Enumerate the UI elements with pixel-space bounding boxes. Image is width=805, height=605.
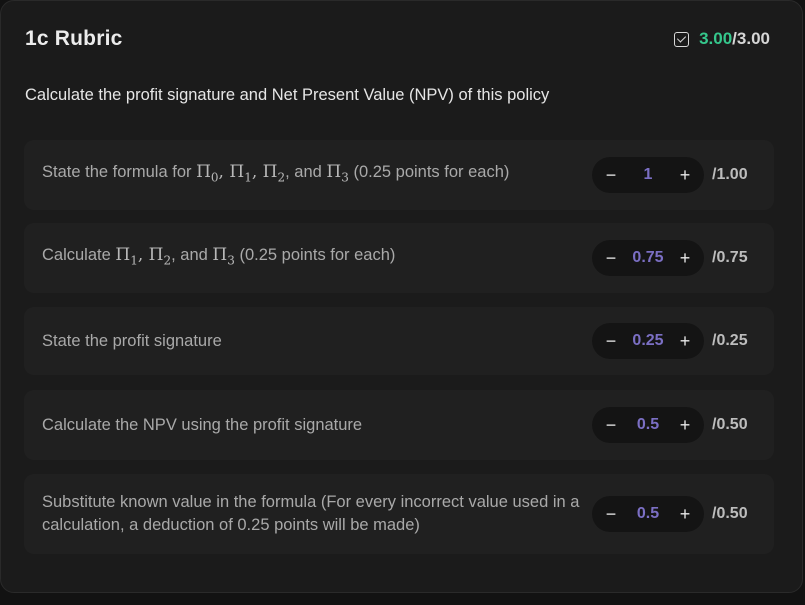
rubric-item: Calculate Π1, Π2, and Π3 (0.25 points fo… <box>24 223 774 293</box>
max-score: /1.00 <box>712 166 748 183</box>
rubric-item-label: State the formula for Π0, Π1, Π2, and Π3… <box>42 161 592 189</box>
score-stepper: − 0.75 + <box>592 240 704 276</box>
math-pi-3: Π3 <box>212 244 235 268</box>
score-stepper: − 1 + <box>592 157 704 193</box>
math-pi-0: Π0, Π1, Π2 <box>196 161 286 185</box>
score-total: 3.00 <box>736 29 770 48</box>
rubric-score: 3.00 / 3.00 <box>674 29 770 49</box>
checkbox-checked-icon <box>674 31 690 47</box>
score-value[interactable]: 0.25 <box>632 332 663 350</box>
rubric-item: State the formula for Π0, Π1, Π2, and Π3… <box>24 140 774 210</box>
rubric-item-label: State the profit signature <box>42 331 222 350</box>
increment-button[interactable]: + <box>678 248 692 269</box>
label-text: , and <box>285 162 327 181</box>
score-stepper: − 0.25 + <box>592 323 704 359</box>
score-stepper: − 0.5 + <box>592 496 704 532</box>
increment-button[interactable]: + <box>678 165 692 186</box>
decrement-button[interactable]: − <box>604 331 618 352</box>
rubric-item-label: Substitute known value in the formula (F… <box>42 493 580 534</box>
label-text: (0.25 points for each) <box>234 245 396 264</box>
rubric-panel: 1c Rubric 3.00 / 3.00 Calculate the prof… <box>0 0 803 593</box>
rubric-item-label: Calculate Π1, Π2, and Π3 (0.25 points fo… <box>42 244 592 272</box>
math-pi-1-2: Π1, Π2 <box>115 244 172 268</box>
label-text: , and <box>171 245 213 264</box>
score-value[interactable]: 0.5 <box>637 505 659 523</box>
score-stepper: − 0.5 + <box>592 407 704 443</box>
max-score: /0.50 <box>712 505 748 522</box>
rubric-item: Substitute known value in the formula (F… <box>24 474 774 554</box>
max-score: /0.25 <box>712 332 748 349</box>
decrement-button[interactable]: − <box>604 248 618 269</box>
score-value[interactable]: 0.75 <box>632 249 663 267</box>
rubric-header: 1c Rubric 3.00 / 3.00 <box>25 25 770 53</box>
math-pi-3: Π3 <box>326 161 349 185</box>
score-value[interactable]: 1 <box>644 166 653 184</box>
rubric-prompt: Calculate the profit signature and Net P… <box>25 86 550 104</box>
max-score: /0.50 <box>712 416 748 433</box>
label-text: (0.25 points for each) <box>348 162 510 181</box>
score-earned: 3.00 <box>699 29 733 48</box>
max-score: /0.75 <box>712 249 748 266</box>
increment-button[interactable]: + <box>678 415 692 436</box>
label-text: Calculate <box>42 245 116 264</box>
increment-button[interactable]: + <box>678 331 692 352</box>
rubric-item-label: Calculate the NPV using the profit signa… <box>42 415 363 434</box>
score-value[interactable]: 0.5 <box>637 416 659 434</box>
increment-button[interactable]: + <box>678 504 692 525</box>
decrement-button[interactable]: − <box>604 165 618 186</box>
decrement-button[interactable]: − <box>604 415 618 436</box>
rubric-title: 1c Rubric <box>25 27 123 50</box>
decrement-button[interactable]: − <box>604 504 618 525</box>
rubric-item: Calculate the NPV using the profit signa… <box>24 390 774 460</box>
rubric-item: State the profit signature − 0.25 + /0.2… <box>24 307 774 375</box>
label-text: State the formula for <box>42 162 197 181</box>
